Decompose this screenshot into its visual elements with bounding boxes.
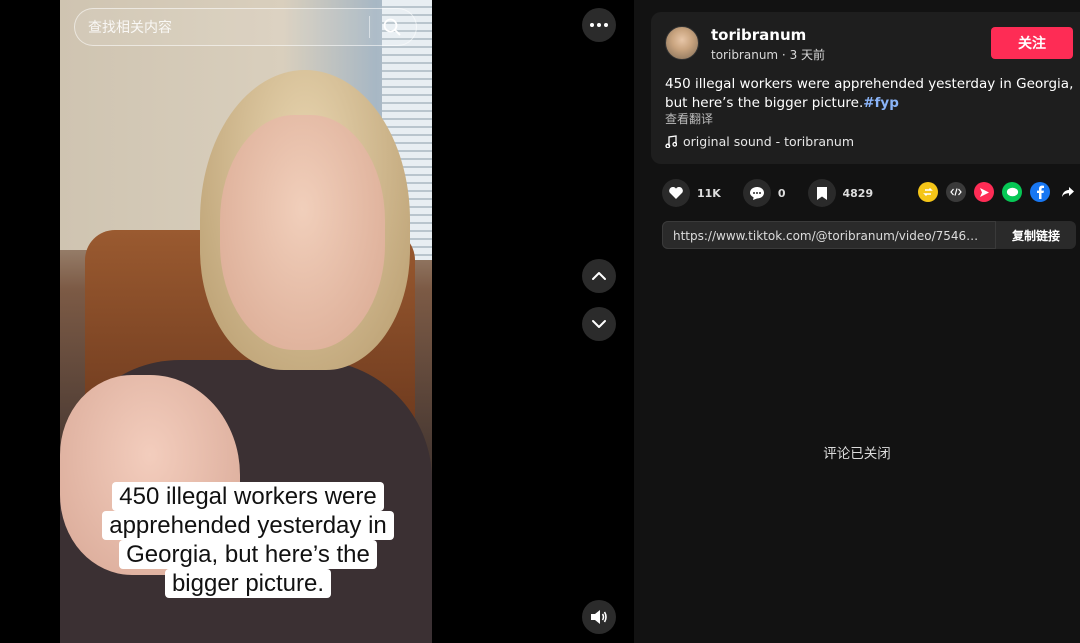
video-url-field[interactable]: https://www.tiktok.com/@toribranum/video… — [662, 221, 996, 249]
translate-link[interactable]: 查看翻译 — [665, 110, 713, 127]
like-count: 11K — [697, 186, 721, 200]
video-caption: 450 illegal workers were apprehended yes… — [95, 482, 401, 598]
comment-count: 0 — [777, 186, 786, 200]
repost-icon[interactable] — [918, 182, 938, 202]
facebook-icon[interactable] — [1030, 182, 1050, 202]
author-meta: toribranum · 3 天前 — [711, 48, 826, 62]
author-username[interactable]: toribranum — [711, 26, 806, 44]
post-description: 450 illegal workers were apprehended yes… — [665, 75, 1075, 113]
embed-icon[interactable] — [946, 182, 966, 202]
chevron-down-icon — [592, 320, 606, 328]
next-video-button[interactable] — [582, 307, 616, 341]
search-divider — [369, 16, 370, 38]
share-link-row: https://www.tiktok.com/@toribranum/video… — [662, 221, 1076, 249]
volume-button[interactable] — [582, 600, 616, 634]
sound-link[interactable]: original sound - toribranum — [665, 134, 854, 149]
comment-icon — [742, 179, 771, 207]
caption-line: bigger picture. — [164, 569, 332, 598]
send-icon[interactable] — [974, 182, 994, 202]
search-icon[interactable] — [382, 17, 402, 37]
like-button[interactable]: 11K — [662, 179, 721, 207]
copy-link-button[interactable]: 复制链接 — [996, 221, 1076, 249]
more-options-button[interactable] — [582, 8, 616, 42]
avatar[interactable] — [665, 26, 699, 60]
video-person-face — [220, 115, 385, 350]
line-icon[interactable] — [1002, 182, 1022, 202]
caption-line: 450 illegal workers were — [112, 482, 384, 511]
save-count: 4829 — [842, 186, 874, 200]
more-icon — [590, 23, 608, 27]
post-info-card: toribranum toribranum · 3 天前 关注 450 ille… — [651, 12, 1080, 164]
hashtag-link[interactable]: #fyp — [863, 95, 899, 111]
chevron-up-icon — [592, 272, 606, 280]
share-arrow-icon[interactable] — [1058, 182, 1078, 202]
heart-icon — [662, 179, 690, 207]
follow-button[interactable]: 关注 — [991, 27, 1073, 59]
search-placeholder: 查找相关内容 — [88, 20, 172, 36]
search-input[interactable]: 查找相关内容 — [74, 8, 417, 46]
comments-closed-notice: 评论已关闭 — [823, 446, 891, 462]
caption-line: apprehended yesterday in — [102, 511, 394, 540]
share-icons — [918, 182, 1078, 202]
save-button[interactable]: 4829 — [807, 179, 874, 207]
previous-video-button[interactable] — [582, 259, 616, 293]
video-area: 查找相关内容 450 illegal workers were apprehen… — [0, 0, 634, 643]
caption-line: Georgia, but here’s the — [119, 540, 377, 569]
comment-button[interactable]: 0 — [742, 179, 786, 207]
volume-icon — [591, 610, 607, 624]
action-bar: 11K 0 4829 — [662, 178, 895, 208]
music-note-icon — [665, 135, 677, 148]
details-panel: toribranum toribranum · 3 天前 关注 450 ille… — [634, 0, 1080, 643]
bookmark-icon — [807, 179, 836, 207]
sound-name: original sound - toribranum — [683, 134, 855, 149]
